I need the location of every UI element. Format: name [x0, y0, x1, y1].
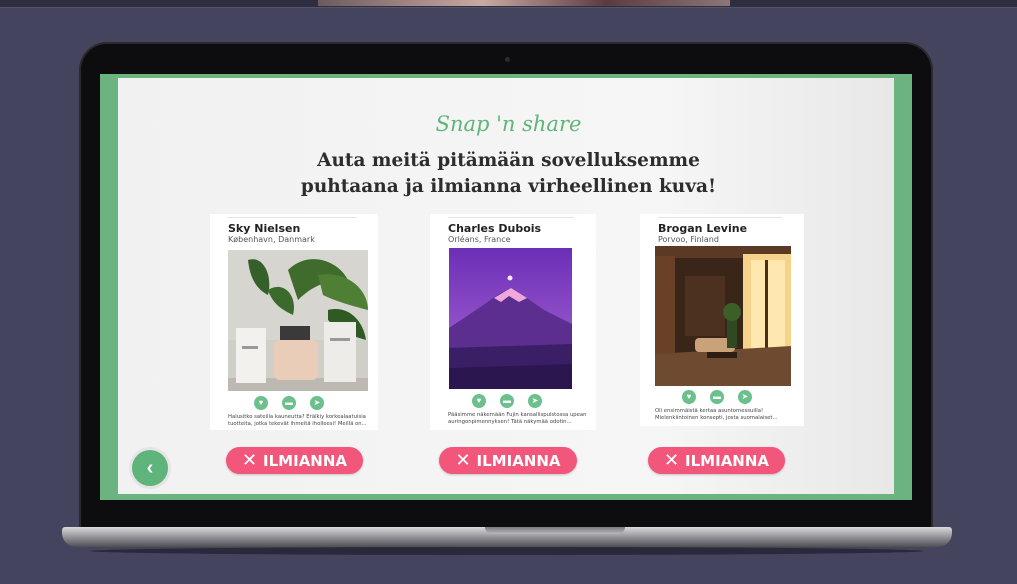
- top-photo-fragment: [318, 0, 730, 6]
- chevron-left-icon: ‹: [146, 456, 154, 479]
- post-location: Porvoo, Finland: [658, 235, 719, 244]
- card-divider: [658, 217, 782, 218]
- post-card[interactable]: Charles Dubois Orléans, France ♥ ▬ ➤ Pää…: [430, 214, 596, 430]
- report-label: ILMIANNA: [476, 451, 561, 470]
- report-button[interactable]: ✕ ILMIANNA: [648, 447, 785, 474]
- heart-icon[interactable]: ♥: [472, 394, 486, 408]
- post-actions: ♥ ▬ ➤: [254, 396, 324, 410]
- close-icon: ✕: [455, 449, 471, 471]
- post-author: Brogan Levine: [658, 222, 748, 235]
- share-icon[interactable]: ➤: [310, 396, 324, 410]
- app-eyebrow: Snap 'n share: [435, 112, 582, 136]
- post-photo[interactable]: [449, 248, 572, 389]
- comment-icon[interactable]: ▬: [500, 394, 514, 408]
- post-card[interactable]: Sky Nielsen København, Danmark ♥ ▬ ➤ Hal…: [210, 214, 378, 430]
- laptop-base: [62, 527, 952, 547]
- back-button[interactable]: ‹: [129, 447, 171, 489]
- skincare-photo-illustration: [228, 250, 368, 391]
- post-photo[interactable]: [655, 246, 791, 386]
- comment-icon[interactable]: ▬: [282, 396, 296, 410]
- share-icon[interactable]: ➤: [528, 394, 542, 408]
- heart-icon[interactable]: ♥: [254, 396, 268, 410]
- close-icon: ✕: [241, 449, 258, 471]
- report-button[interactable]: ✕ ILMIANNA: [226, 447, 363, 474]
- share-icon[interactable]: ➤: [738, 390, 752, 404]
- post-caption: Pääsimme näkemään Fujin kansallispuistos…: [448, 412, 587, 425]
- post-photo[interactable]: [228, 250, 368, 391]
- post-author: Charles Dubois: [448, 222, 542, 235]
- camera-icon: [505, 57, 510, 62]
- comment-icon[interactable]: ▬: [710, 390, 724, 404]
- heart-icon[interactable]: ♥: [682, 390, 696, 404]
- report-label: ILMIANNA: [685, 451, 770, 470]
- report-label: ILMIANNA: [263, 451, 348, 470]
- post-location: København, Danmark: [228, 235, 315, 244]
- top-image-strip: [0, 0, 1017, 8]
- post-location: Orléans, France: [448, 235, 511, 244]
- post-author: Sky Nielsen: [228, 222, 301, 235]
- laptop-notch: [485, 527, 625, 534]
- page-title-line-1: Auta meitä pitämään sovelluksemme: [317, 150, 700, 171]
- post-card[interactable]: Brogan Levine Porvoo, Finland ♥ ▬ ➤ Oli …: [640, 214, 804, 426]
- interior-photo-illustration: [655, 246, 791, 386]
- page-title-line-2: puhtaana ja ilmianna virheellinen kuva!: [300, 176, 717, 197]
- mountain-photo-illustration: [449, 248, 572, 389]
- post-actions: ♥ ▬ ➤: [682, 390, 752, 404]
- page-title: Auta meitä pitämään sovelluksemme puhtaa…: [0, 148, 1017, 200]
- close-icon: ✕: [663, 449, 680, 471]
- report-button[interactable]: ✕ ILMIANNA: [439, 447, 577, 474]
- post-caption: Halusitko sateilla kauneutta? Erälkiy ko…: [228, 414, 367, 427]
- laptop-shadow: [90, 547, 924, 555]
- post-caption: Oli ensimmäistä kertaa asuntomessuilla! …: [655, 408, 778, 421]
- card-divider: [448, 217, 574, 218]
- post-actions: ♥ ▬ ➤: [472, 394, 542, 408]
- card-divider: [228, 217, 356, 218]
